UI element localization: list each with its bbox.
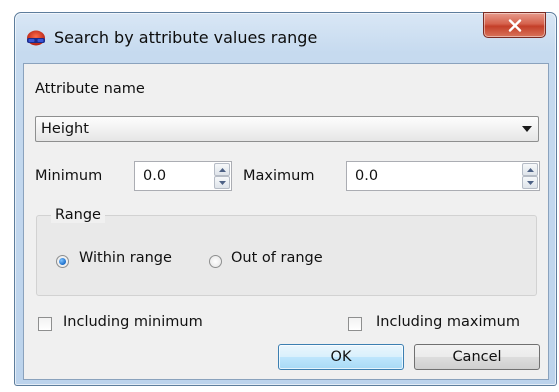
chevron-down-icon — [522, 126, 532, 132]
maximum-stepper[interactable] — [522, 163, 538, 189]
close-button[interactable] — [483, 12, 546, 38]
maximum-label: Maximum — [243, 168, 315, 184]
maximum-value: 0.0 — [355, 168, 379, 184]
minimum-stepper[interactable] — [214, 163, 230, 189]
range-group-title: Range — [51, 207, 105, 223]
minimum-spinbox[interactable]: 0.0 — [134, 161, 232, 191]
within-range-label[interactable]: Within range — [79, 250, 172, 266]
arrow-up-icon — [218, 167, 226, 172]
attribute-select[interactable]: Height — [35, 116, 539, 142]
including-minimum-label[interactable]: Including minimum — [63, 314, 203, 330]
title-bar[interactable]: Search by attribute values range — [15, 12, 556, 63]
ok-button[interactable]: OK — [278, 344, 404, 370]
arrow-up-icon — [526, 167, 534, 172]
including-minimum-checkbox[interactable] — [38, 317, 52, 331]
within-range-radio[interactable] — [56, 255, 69, 268]
arrow-down-icon — [526, 180, 534, 185]
minimum-label: Minimum — [35, 168, 103, 184]
out-of-range-label[interactable]: Out of range — [231, 250, 323, 266]
cancel-button-label: Cancel — [452, 349, 502, 365]
minimum-up-button[interactable] — [214, 163, 230, 176]
ok-button-label: OK — [330, 349, 352, 365]
out-of-range-radio[interactable] — [209, 255, 222, 268]
maximum-spinbox[interactable]: 0.0 — [346, 161, 540, 191]
maximum-up-button[interactable] — [522, 163, 538, 176]
including-maximum-checkbox[interactable] — [348, 317, 362, 331]
close-icon — [508, 18, 521, 32]
dialog-window: Search by attribute values range Attribu… — [14, 12, 557, 386]
dialog-title: Search by attribute values range — [54, 28, 318, 47]
dialog-body: Attribute name Height Minimum 0.0 Maximu… — [23, 63, 549, 380]
arrow-down-icon — [218, 180, 226, 185]
attribute-name-label: Attribute name — [35, 81, 145, 97]
including-maximum-label[interactable]: Including maximum — [376, 314, 520, 330]
attribute-select-value: Height — [41, 121, 89, 137]
minimum-down-button[interactable] — [214, 176, 230, 189]
minimum-value: 0.0 — [143, 168, 167, 184]
maximum-down-button[interactable] — [522, 176, 538, 189]
cancel-button[interactable]: Cancel — [414, 344, 540, 370]
glasses-icon — [27, 30, 45, 46]
range-groupbox: Range Within range Out of range — [36, 207, 537, 296]
